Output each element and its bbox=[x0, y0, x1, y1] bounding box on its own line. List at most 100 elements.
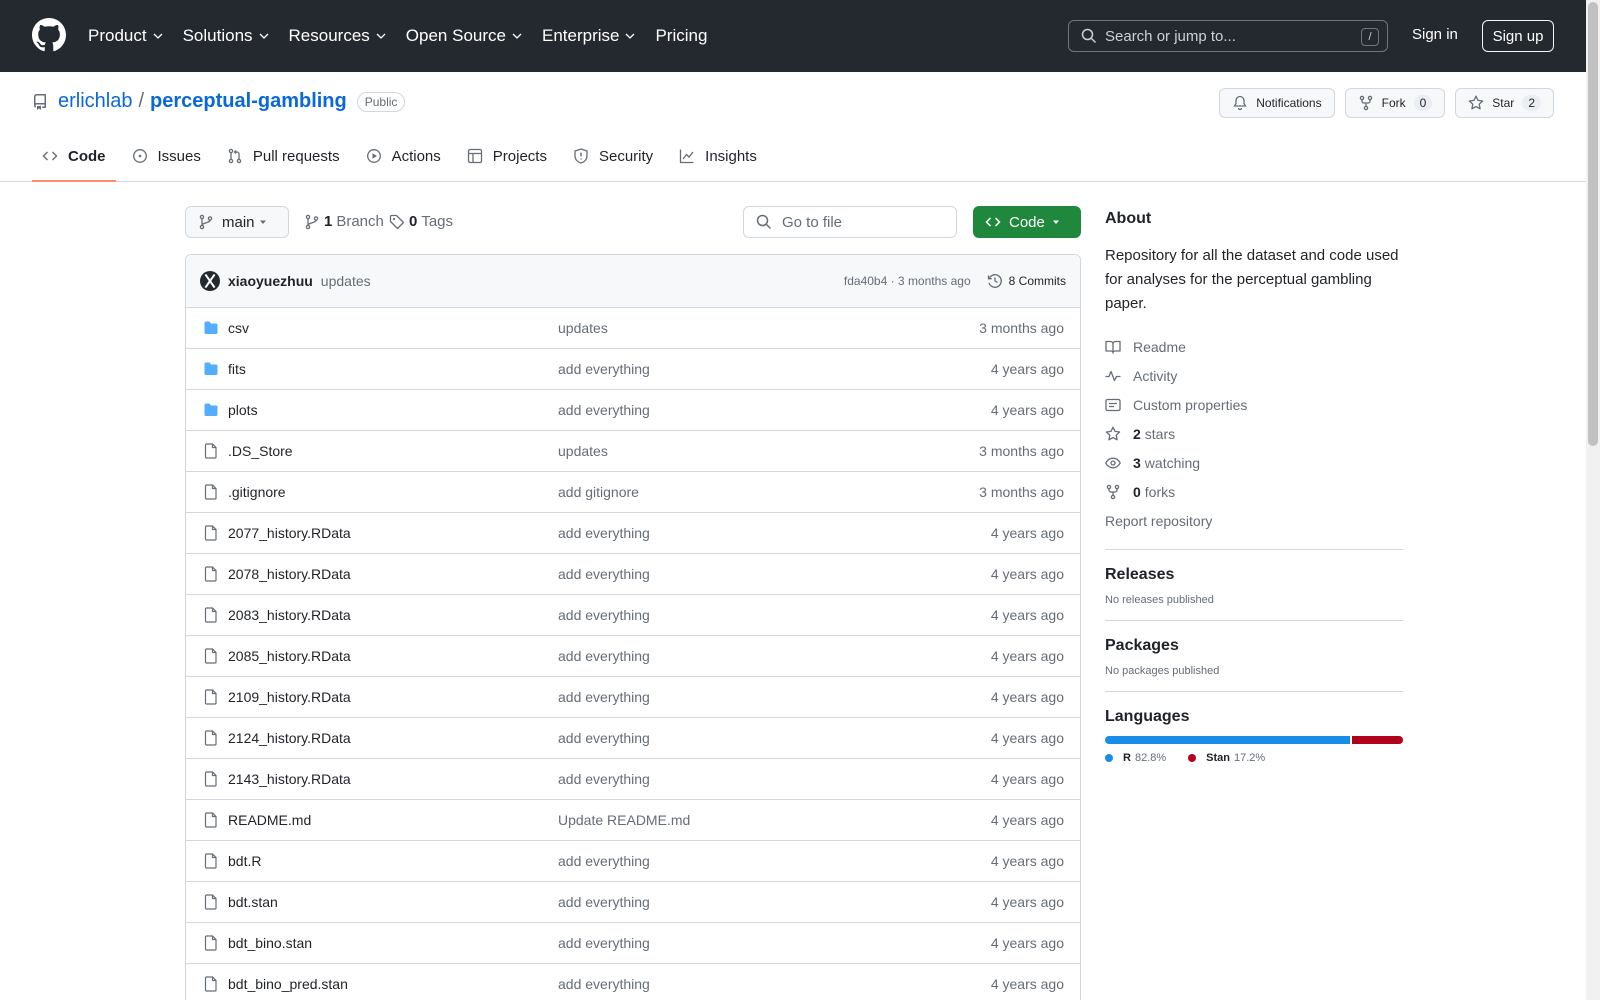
commit-author-link[interactable]: xiaoyuezhuu bbox=[228, 273, 313, 289]
file-name-link[interactable]: bdt_bino_pred.stan bbox=[228, 976, 558, 992]
table-row[interactable]: README.md Update README.md 4 years ago bbox=[186, 800, 1080, 841]
star-button[interactable]: Star 2 bbox=[1455, 88, 1554, 118]
nav-open-source[interactable]: Open Source bbox=[406, 26, 522, 46]
file-commit-message-link[interactable]: Update README.md bbox=[558, 812, 690, 828]
repo-name-link[interactable]: perceptual-gambling bbox=[150, 90, 347, 113]
sign-in-link[interactable]: Sign in bbox=[1412, 26, 1458, 43]
file-icon bbox=[204, 525, 217, 541]
file-commit-message-link[interactable]: updates bbox=[558, 443, 608, 459]
table-row[interactable]: .gitignore add gitignore 3 months ago bbox=[186, 472, 1080, 513]
nav-enterprise[interactable]: Enterprise bbox=[542, 26, 635, 46]
file-commit-message-link[interactable]: add everything bbox=[558, 689, 650, 705]
tab-projects[interactable]: Projects bbox=[457, 131, 557, 181]
table-row[interactable]: 2085_history.RData add everything 4 years … bbox=[186, 636, 1080, 677]
file-commit-message-link[interactable]: add everything bbox=[558, 607, 650, 623]
file-name-link[interactable]: .gitignore bbox=[228, 484, 558, 500]
avatar[interactable] bbox=[200, 271, 220, 291]
file-name-link[interactable]: 2083_history.RData bbox=[228, 607, 558, 623]
file-commit-message-link[interactable]: add everything bbox=[558, 361, 650, 377]
file-name-link[interactable]: 2109_history.RData bbox=[228, 689, 558, 705]
file-name-link[interactable]: README.md bbox=[228, 812, 558, 828]
table-row[interactable]: 2083_history.RData add everything 4 years … bbox=[186, 595, 1080, 636]
file-commit-message-link[interactable]: add everything bbox=[558, 771, 650, 787]
file-commit-message-link[interactable]: updates bbox=[558, 320, 608, 336]
repo-owner-link[interactable]: erlichlab bbox=[58, 90, 132, 113]
table-row[interactable]: plots add everything 4 years ago bbox=[186, 390, 1080, 431]
packages-heading[interactable]: Packages bbox=[1105, 637, 1403, 655]
search-input[interactable]: Search or jump to... / bbox=[1068, 20, 1388, 52]
table-row[interactable]: bdt_bino.stan add everything 4 years ago bbox=[186, 923, 1080, 964]
tab-actions[interactable]: Actions bbox=[356, 131, 451, 181]
report-repository-link[interactable]: Report repository bbox=[1105, 506, 1403, 535]
table-row[interactable]: 2077_history.RData add everything 4 years … bbox=[186, 513, 1080, 554]
releases-heading[interactable]: Releases bbox=[1105, 566, 1403, 584]
table-row[interactable]: fits add everything 4 years ago bbox=[186, 349, 1080, 390]
nav-enterprise-label: Enterprise bbox=[541, 26, 620, 45]
file-name-link[interactable]: .DS_Store bbox=[228, 443, 558, 459]
github-logo-icon[interactable] bbox=[32, 18, 66, 52]
file-commit-message-link[interactable]: add everything bbox=[558, 566, 650, 582]
file-name-link[interactable]: bdt_bino.stan bbox=[228, 935, 558, 951]
notifications-button[interactable]: Notifications bbox=[1219, 88, 1335, 118]
file-name-link[interactable]: 2124_history.RData bbox=[228, 730, 558, 746]
file-commit-message-link[interactable]: add everything bbox=[558, 730, 650, 746]
commit-hash-time[interactable]: fda40b4 · 3 months ago bbox=[844, 274, 971, 288]
tags-link[interactable]: 0 Tags bbox=[389, 213, 453, 230]
tab-insights[interactable]: Insights bbox=[669, 131, 767, 181]
file-commit-message-link[interactable]: add everything bbox=[558, 976, 650, 992]
commits-history-link[interactable]: 8 Commits bbox=[987, 273, 1066, 289]
file-commit-message-link[interactable]: add everything bbox=[558, 402, 650, 418]
nav-pricing[interactable]: Pricing bbox=[655, 26, 707, 46]
file-commit-message-link[interactable]: add everything bbox=[558, 525, 650, 541]
readme-link[interactable]: Readme bbox=[1105, 332, 1403, 361]
nav-product[interactable]: Product bbox=[88, 26, 163, 46]
go-to-file-input[interactable]: Go to file bbox=[743, 206, 957, 238]
table-row[interactable]: bdt_bino_pred.stan add everything 4 years … bbox=[186, 964, 1080, 1000]
file-name-link[interactable]: bdt.R bbox=[228, 853, 558, 869]
table-row[interactable]: bdt.stan add everything 4 years ago bbox=[186, 882, 1080, 923]
sign-up-button[interactable]: Sign up bbox=[1482, 20, 1554, 52]
file-name-link[interactable]: fits bbox=[228, 361, 558, 377]
nav-resources[interactable]: Resources bbox=[289, 26, 386, 46]
tab-pull-requests[interactable]: Pull requests bbox=[217, 131, 350, 181]
file-name-link[interactable]: 2085_history.RData bbox=[228, 648, 558, 664]
file-name-link[interactable]: 2077_history.RData bbox=[228, 525, 558, 541]
language-name-r[interactable]: R bbox=[1123, 752, 1131, 764]
language-name-stan[interactable]: Stan bbox=[1206, 752, 1230, 764]
commit-message-link[interactable]: updates bbox=[321, 273, 371, 289]
custom-properties-link[interactable]: Custom properties bbox=[1105, 390, 1403, 419]
file-commit-message-link[interactable]: add everything bbox=[558, 935, 650, 951]
tab-code[interactable]: Code bbox=[32, 131, 116, 182]
file-name-link[interactable]: 2143_history.RData bbox=[228, 771, 558, 787]
file-commit-message-link[interactable]: add everything bbox=[558, 894, 650, 910]
file-name-link[interactable]: plots bbox=[228, 402, 558, 418]
forks-link[interactable]: 0 forks bbox=[1105, 477, 1403, 506]
tab-security[interactable]: Security bbox=[563, 131, 663, 181]
page-scrollbar[interactable] bbox=[1586, 0, 1600, 1000]
table-row[interactable]: bdt.R add everything 4 years ago bbox=[186, 841, 1080, 882]
table-row[interactable]: 2143_history.RData add everything 4 years … bbox=[186, 759, 1080, 800]
file-name-link[interactable]: bdt.stan bbox=[228, 894, 558, 910]
scrollbar-thumb[interactable] bbox=[1588, 2, 1598, 446]
nav-solutions[interactable]: Solutions bbox=[183, 26, 269, 46]
file-name-link[interactable]: 2078_history.RData bbox=[228, 566, 558, 582]
file-commit-message-link[interactable]: add gitignore bbox=[558, 484, 639, 500]
table-row[interactable]: 2109_history.RData add everything 4 years … bbox=[186, 677, 1080, 718]
table-row[interactable]: 2124_history.RData add everything 4 years … bbox=[186, 718, 1080, 759]
file-commit-message-link[interactable]: add everything bbox=[558, 648, 650, 664]
file-commit-message-link[interactable]: add everything bbox=[558, 853, 650, 869]
watchers-link[interactable]: 3 watching bbox=[1105, 448, 1403, 477]
table-row[interactable]: csv updates 3 months ago bbox=[186, 308, 1080, 349]
table-row[interactable]: .DS_Store updates 3 months ago bbox=[186, 431, 1080, 472]
file-name-link[interactable]: csv bbox=[228, 320, 558, 336]
activity-link[interactable]: Activity bbox=[1105, 361, 1403, 390]
branches-link[interactable]: 1 Branch bbox=[304, 213, 384, 230]
branch-select-button[interactable]: main bbox=[185, 206, 289, 238]
code-dropdown-button[interactable]: Code bbox=[973, 206, 1081, 238]
tag-count: 0 bbox=[409, 213, 418, 230]
watching-count: 3 bbox=[1133, 454, 1141, 471]
fork-button[interactable]: Fork 0 bbox=[1344, 88, 1446, 118]
table-row[interactable]: 2078_history.RData add everything 4 years … bbox=[186, 554, 1080, 595]
stars-link[interactable]: 2 stars bbox=[1105, 419, 1403, 448]
tab-issues[interactable]: Issues bbox=[122, 131, 211, 181]
